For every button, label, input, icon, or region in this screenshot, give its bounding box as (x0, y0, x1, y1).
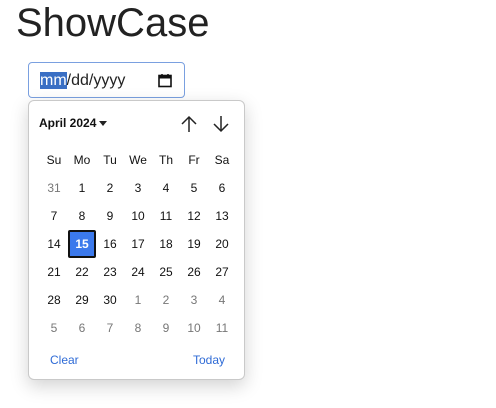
weekday-label: Su (46, 153, 62, 167)
month-year-dropdown[interactable]: April 2024 (39, 116, 108, 130)
weekday-label: Sa (214, 153, 230, 167)
day-cell[interactable]: 11 (152, 202, 180, 230)
weekday-label: Tu (103, 153, 117, 167)
day-cell[interactable]: 3 (124, 174, 152, 202)
day-cell[interactable]: 7 (40, 202, 68, 230)
arrow-up-icon (181, 115, 197, 132)
day-cell[interactable]: 18 (152, 230, 180, 258)
day-cell[interactable]: 4 (152, 174, 180, 202)
day-cell[interactable]: 23 (96, 258, 124, 286)
day-cell[interactable]: 27 (208, 258, 236, 286)
day-cell[interactable]: 26 (180, 258, 208, 286)
date-input[interactable]: mm/dd/yyyy (28, 62, 185, 98)
calendar-week-row: 28 29 30 1 2 3 4 (40, 286, 236, 314)
calendar-grid: Su Mo Tu We Th Fr Sa 31 1 2 3 4 5 6 7 8 9 10 11 12 13… (40, 146, 236, 342)
calendar-week-row: 7 8 9 10 11 12 13 (40, 202, 236, 230)
calendar-week-row: 5 6 7 8 9 10 11 (40, 314, 236, 342)
day-cell[interactable]: 10 (180, 314, 208, 342)
day-cell[interactable]: 17 (124, 230, 152, 258)
day-cell[interactable]: 3 (180, 286, 208, 314)
day-cell[interactable]: 5 (180, 174, 208, 202)
day-segment[interactable]: dd (71, 72, 89, 89)
clear-button[interactable]: Clear (50, 353, 79, 367)
calendar-week-row: 21 22 23 24 25 26 27 (40, 258, 236, 286)
today-button[interactable]: Today (193, 353, 225, 367)
day-cell[interactable]: 31 (40, 174, 68, 202)
weekday-label: We (129, 153, 147, 167)
page-title: ShowCase (16, 1, 210, 45)
day-cell[interactable]: 1 (68, 174, 96, 202)
day-cell[interactable]: 16 (96, 230, 124, 258)
day-cell[interactable]: 7 (96, 314, 124, 342)
day-cell[interactable]: 20 (208, 230, 236, 258)
day-cell[interactable]: 29 (68, 286, 96, 314)
selected-day-cell[interactable]: 15 (68, 230, 96, 258)
day-cell[interactable]: 2 (152, 286, 180, 314)
day-cell[interactable]: 9 (152, 314, 180, 342)
caret-down-icon (99, 121, 108, 126)
calendar-week-row: 14 15 16 17 18 19 20 (40, 230, 236, 258)
day-cell[interactable]: 9 (96, 202, 124, 230)
day-cell[interactable]: 24 (124, 258, 152, 286)
weekday-label: Fr (188, 153, 200, 167)
weekday-label: Th (158, 153, 173, 167)
previous-month-button[interactable] (179, 113, 199, 135)
day-cell[interactable]: 6 (208, 174, 236, 202)
day-cell[interactable]: 10 (124, 202, 152, 230)
day-cell[interactable]: 2 (96, 174, 124, 202)
day-cell[interactable]: 12 (180, 202, 208, 230)
date-picker-popup: April 2024 Su Mo Tu We Th Fr Sa 31 1 2 3 4 5 6… (28, 100, 245, 380)
next-month-button[interactable] (211, 113, 231, 135)
day-cell[interactable]: 22 (68, 258, 96, 286)
day-cell[interactable]: 8 (124, 314, 152, 342)
day-cell[interactable]: 19 (180, 230, 208, 258)
weekday-label: Mo (73, 153, 91, 167)
weekday-header-row: Su Mo Tu We Th Fr Sa (40, 146, 236, 174)
day-cell[interactable]: 1 (124, 286, 152, 314)
day-cell[interactable]: 8 (68, 202, 96, 230)
year-segment[interactable]: yyyy (93, 72, 125, 89)
day-cell[interactable]: 13 (208, 202, 236, 230)
calendar-week-row: 31 1 2 3 4 5 6 (40, 174, 236, 202)
calendar-icon[interactable] (156, 72, 174, 90)
arrow-down-icon (213, 116, 229, 133)
calendar-weeks: 31 1 2 3 4 5 6 7 8 9 10 11 12 13 14 15 16 17 18 19 20 21 22 23 2… (40, 174, 236, 342)
day-cell[interactable]: 4 (208, 286, 236, 314)
day-cell[interactable]: 30 (96, 286, 124, 314)
day-cell[interactable]: 28 (40, 286, 68, 314)
date-segments[interactable]: mm/dd/yyyy (40, 72, 125, 90)
day-cell[interactable]: 6 (68, 314, 96, 342)
day-cell[interactable]: 25 (152, 258, 180, 286)
day-cell[interactable]: 11 (208, 314, 236, 342)
day-cell[interactable]: 21 (40, 258, 68, 286)
month-segment[interactable]: mm (40, 72, 67, 89)
month-year-label: April 2024 (39, 116, 97, 130)
day-cell[interactable]: 5 (40, 314, 68, 342)
day-cell[interactable]: 14 (40, 230, 68, 258)
